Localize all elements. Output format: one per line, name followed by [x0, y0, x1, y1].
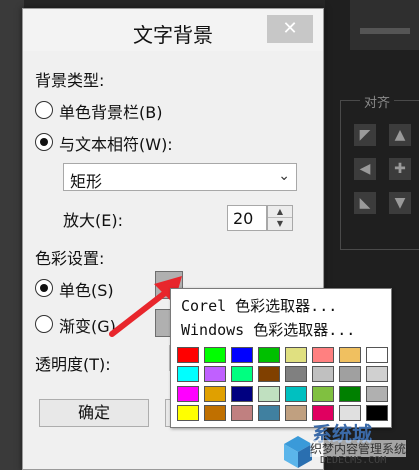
chevron-down-icon: ⌄ [278, 168, 290, 184]
palette-swatch[interactable] [204, 366, 226, 383]
zoom-label: 放大(E): [63, 211, 123, 230]
align-left-icon[interactable]: ◀ [354, 158, 376, 180]
stepper-down-icon[interactable]: ▼ [268, 218, 292, 230]
dialog-titlebar: 文字背景 ✕ [23, 9, 323, 51]
palette-swatch[interactable] [339, 347, 361, 363]
palette-swatch[interactable] [258, 366, 280, 383]
zoom-input[interactable]: 20 [227, 205, 267, 231]
palette-swatch[interactable] [366, 366, 388, 383]
align-center-icon[interactable]: ✚ [389, 158, 411, 180]
close-icon: ✕ [282, 18, 298, 39]
close-button[interactable]: ✕ [267, 15, 313, 43]
color-palette [177, 347, 388, 421]
bg-type-label: 背景类型: [35, 71, 105, 90]
palette-swatch[interactable] [204, 347, 226, 363]
radio-fit-text[interactable] [35, 133, 53, 151]
radio-single-bar-label[interactable]: 单色背景栏(B) [59, 99, 162, 123]
color-settings-label: 色彩设置: [35, 249, 105, 268]
watermark-url: DEDECMS.COM [320, 455, 387, 466]
palette-swatch[interactable] [312, 366, 334, 383]
palette-swatch[interactable] [285, 385, 307, 402]
palette-swatch[interactable] [366, 347, 388, 363]
opacity-label: 透明度(T): [35, 355, 111, 374]
palette-swatch[interactable] [231, 366, 253, 383]
editor-top-right-bar [350, 0, 419, 50]
palette-swatch[interactable] [312, 385, 334, 402]
palette-swatch[interactable] [177, 385, 199, 402]
radio-solid-label[interactable]: 单色(S) [59, 277, 114, 301]
palette-swatch[interactable] [177, 366, 199, 383]
palette-swatch[interactable] [339, 366, 361, 383]
palette-swatch[interactable] [285, 366, 307, 383]
align-bottom-left-icon[interactable]: ◣ [354, 192, 376, 214]
editor-left-panel [0, 0, 24, 470]
radio-gradient[interactable] [35, 315, 53, 333]
menu-item-windows-picker[interactable]: Windows 色彩选取器... [181, 319, 355, 340]
zoom-stepper[interactable]: ▲ ▼ [267, 205, 293, 231]
menu-item-corel-picker[interactable]: Corel 色彩选取器... [181, 295, 337, 316]
palette-swatch[interactable] [177, 404, 199, 421]
ok-button[interactable]: 确定 [39, 399, 149, 427]
radio-solid[interactable] [35, 279, 53, 297]
align-bottom-icon[interactable]: ▼ [389, 192, 411, 214]
palette-swatch[interactable] [366, 385, 388, 402]
palette-swatch[interactable] [177, 347, 199, 363]
palette-swatch[interactable] [204, 385, 226, 402]
align-top-icon[interactable]: ▲ [389, 124, 411, 146]
palette-swatch[interactable] [258, 385, 280, 402]
radio-fit-text-label[interactable]: 与文本相符(W): [59, 131, 173, 155]
shape-select[interactable]: 矩形 ⌄ [63, 163, 297, 191]
palette-swatch[interactable] [231, 404, 253, 421]
align-top-left-icon[interactable]: ◤ [354, 124, 376, 146]
stepper-up-icon[interactable]: ▲ [268, 206, 292, 218]
palette-swatch[interactable] [231, 347, 253, 363]
palette-swatch[interactable] [258, 347, 280, 363]
palette-swatch[interactable] [204, 404, 226, 421]
zoom-value: 20 [233, 209, 254, 228]
shape-select-value: 矩形 [70, 172, 103, 191]
palette-swatch[interactable] [312, 347, 334, 363]
palette-swatch[interactable] [231, 385, 253, 402]
alignment-label: 对齐 [360, 92, 395, 111]
radio-single-bar[interactable] [35, 101, 53, 119]
palette-swatch[interactable] [285, 347, 307, 363]
color-picker-popup: Corel 色彩选取器... Windows 色彩选取器... [170, 288, 392, 428]
palette-swatch[interactable] [339, 385, 361, 402]
